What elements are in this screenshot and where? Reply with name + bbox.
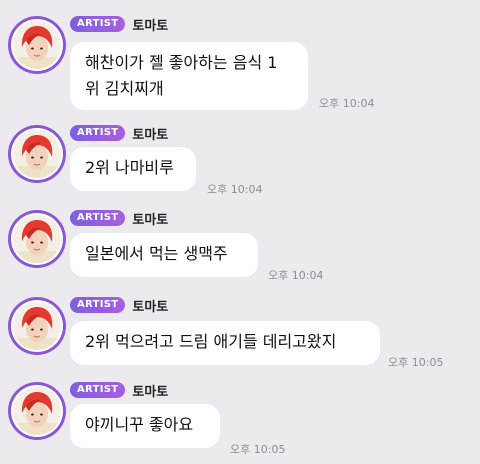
message-text-line: 위 김치찌개 (85, 79, 164, 98)
message-text-line: 야끼니꾸 좋아요 (85, 415, 194, 434)
message-text-line: 일본에서 먹는 생맥주 (85, 244, 228, 263)
message-timestamp: 오후 10:04 (207, 183, 263, 196)
profile-photo (13, 302, 61, 350)
message-bubble[interactable]: 해찬이가 젤 좋아하는 음식 1 위 김치찌개 (70, 42, 308, 110)
message-timestamp: 오후 10:04 (268, 269, 324, 282)
message-timestamp: 오후 10:04 (319, 97, 375, 110)
message-bubble[interactable]: 2위 먹으려고 드림 애기들 데리고왔지 (70, 321, 380, 365)
profile-photo (13, 215, 61, 263)
artist-badge: ARTIST (70, 297, 126, 313)
sender-name[interactable]: 토마토 (132, 381, 168, 400)
artist-badge: ARTIST (70, 210, 126, 226)
message-timestamp: 오후 10:05 (230, 443, 286, 456)
sender-name[interactable]: 토마토 (132, 296, 168, 315)
avatar[interactable] (8, 16, 66, 74)
message-text-line: 2위 나마비루 (85, 158, 174, 177)
sender-row: ARTIST 토마토 (70, 296, 168, 315)
avatar[interactable] (8, 297, 66, 355)
avatar[interactable] (8, 210, 66, 268)
avatar[interactable] (8, 382, 66, 440)
profile-photo (13, 387, 61, 435)
message-bubble[interactable]: 일본에서 먹는 생맥주 (70, 233, 258, 277)
profile-photo (13, 21, 61, 69)
message-bubble[interactable]: 2위 나마비루 (70, 147, 196, 191)
sender-name[interactable]: 토마토 (132, 209, 168, 228)
artist-badge: ARTIST (70, 125, 126, 141)
message-text-line: 해찬이가 젤 좋아하는 음식 1 (85, 53, 278, 72)
message-text-line: 2위 먹으려고 드림 애기들 데리고왔지 (85, 332, 337, 351)
profile-photo (13, 130, 61, 178)
message-timestamp: 오후 10:05 (388, 356, 444, 369)
sender-name[interactable]: 토마토 (132, 15, 168, 34)
artist-badge: ARTIST (70, 382, 126, 398)
sender-name[interactable]: 토마토 (132, 124, 168, 143)
sender-row: ARTIST 토마토 (70, 15, 168, 34)
message-bubble[interactable]: 야끼니꾸 좋아요 (70, 404, 220, 448)
sender-row: ARTIST 토마토 (70, 209, 168, 228)
chat-thread: ARTIST 토마토 해찬이가 젤 좋아하는 음식 1 위 김치찌개 오후 10… (0, 0, 480, 464)
sender-row: ARTIST 토마토 (70, 381, 168, 400)
artist-badge: ARTIST (70, 16, 126, 32)
sender-row: ARTIST 토마토 (70, 124, 168, 143)
avatar[interactable] (8, 125, 66, 183)
